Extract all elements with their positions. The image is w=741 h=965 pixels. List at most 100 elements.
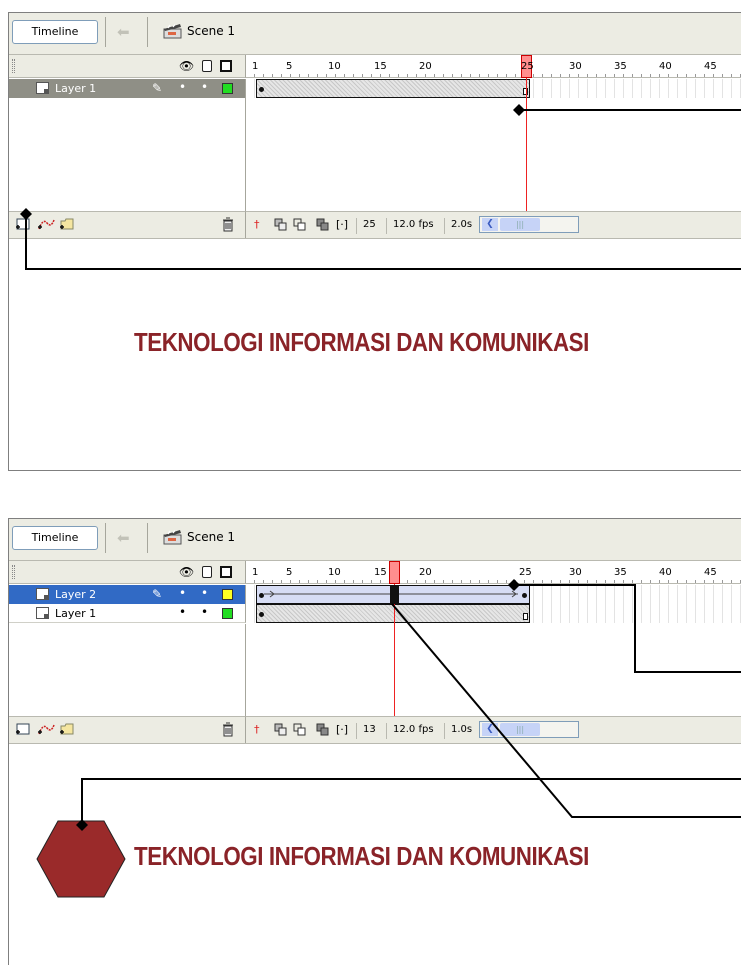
scene-label[interactable]: Scene 1 bbox=[187, 24, 235, 38]
outline-icon[interactable] bbox=[220, 566, 232, 578]
drag-grip-icon[interactable] bbox=[12, 59, 15, 73]
center-frame-icon[interactable]: † bbox=[254, 723, 260, 736]
current-frame: 25 bbox=[356, 218, 376, 234]
ruler-tick: 1 bbox=[252, 61, 259, 72]
end-frame-marker[interactable] bbox=[523, 613, 528, 620]
layer-color-swatch[interactable] bbox=[222, 83, 233, 94]
frame-strip-layer-1[interactable] bbox=[246, 79, 741, 98]
layer-name: Layer 2 bbox=[55, 588, 97, 601]
playhead[interactable] bbox=[389, 561, 400, 584]
visibility-dot[interactable]: • bbox=[179, 586, 186, 600]
drag-grip-icon[interactable] bbox=[12, 565, 15, 579]
back-arrow-icon[interactable]: ⬅ bbox=[117, 23, 130, 41]
visibility-dot[interactable]: • bbox=[179, 80, 186, 94]
outline-icon[interactable] bbox=[220, 60, 232, 72]
modify-onion-markers-icon[interactable]: [·] bbox=[336, 218, 348, 231]
onion-skin-icon[interactable] bbox=[274, 218, 288, 231]
onion-skin-outlines-icon[interactable] bbox=[293, 218, 307, 231]
lock-dot[interactable]: • bbox=[201, 586, 208, 600]
insert-layer-icon[interactable] bbox=[15, 722, 31, 736]
toolbar-separator bbox=[147, 17, 148, 47]
eye-icon[interactable]: 👁 bbox=[179, 59, 194, 73]
layer-row-layer-1[interactable]: Layer 1 ✎ • • bbox=[9, 79, 246, 98]
frame-strip-layer-1[interactable] bbox=[246, 604, 741, 623]
horizontal-scrollbar[interactable]: ❮ ||| bbox=[479, 216, 579, 233]
insert-folder-icon[interactable] bbox=[59, 722, 75, 736]
playhead[interactable]: 25 bbox=[521, 55, 534, 78]
toolbar-separator bbox=[147, 523, 148, 553]
trash-icon[interactable] bbox=[221, 217, 235, 232]
layer-color-swatch[interactable] bbox=[222, 589, 233, 600]
center-frame-icon[interactable]: † bbox=[254, 218, 260, 231]
ruler-tick: 30 bbox=[569, 567, 582, 578]
layer-icon bbox=[36, 82, 49, 94]
insert-layer-icon[interactable] bbox=[15, 217, 31, 231]
elapsed-time: 2.0s bbox=[444, 218, 472, 234]
clapperboard-icon bbox=[163, 24, 182, 39]
onion-skin-outlines-icon[interactable] bbox=[293, 723, 307, 736]
layer-header: 👁 bbox=[9, 55, 246, 78]
ruler-tick: 40 bbox=[659, 61, 672, 72]
frame-footer: † [·] 13 12.0 fps 1.0s ❮ ||| bbox=[246, 716, 741, 743]
ruler-tick: 10 bbox=[328, 61, 341, 72]
stage-text[interactable]: TEKNOLOGI INFORMASI DAN KOMUNIKASI bbox=[134, 841, 589, 872]
insert-folder-icon[interactable] bbox=[59, 217, 75, 231]
layer-color-swatch[interactable] bbox=[222, 608, 233, 619]
timeline-button[interactable]: Timeline bbox=[12, 20, 98, 44]
scroll-left-icon[interactable]: ❮ bbox=[482, 218, 498, 231]
frame-rate: 12.0 fps bbox=[386, 723, 434, 739]
lock-dot[interactable]: • bbox=[201, 605, 208, 619]
keyframe-marker[interactable] bbox=[259, 87, 264, 92]
keyframe-marker[interactable] bbox=[259, 593, 264, 598]
keyframe-marker[interactable] bbox=[259, 612, 264, 617]
selected-frame[interactable] bbox=[390, 585, 399, 604]
keyframe-marker[interactable] bbox=[522, 593, 527, 598]
ruler-tick: 30 bbox=[569, 61, 582, 72]
ruler-tick: 10 bbox=[328, 567, 341, 578]
frame-strip-layer-2[interactable] bbox=[246, 585, 741, 604]
stage[interactable]: TEKNOLOGI INFORMASI DAN KOMUNIKASI bbox=[9, 743, 741, 965]
horizontal-scrollbar[interactable]: ❮ ||| bbox=[479, 721, 579, 738]
eye-icon[interactable]: 👁 bbox=[179, 565, 194, 579]
lock-dot[interactable]: • bbox=[201, 80, 208, 94]
ruler-tick: 45 bbox=[704, 61, 717, 72]
ruler-tick: 20 bbox=[419, 567, 432, 578]
scene-label[interactable]: Scene 1 bbox=[187, 530, 235, 544]
frames-span[interactable] bbox=[256, 604, 530, 623]
stage[interactable]: TEKNOLOGI INFORMASI DAN KOMUNIKASI bbox=[9, 238, 741, 470]
hexagon-shape[interactable] bbox=[36, 820, 126, 898]
edit-multiple-frames-icon[interactable] bbox=[316, 723, 330, 736]
layers-empty-area bbox=[9, 98, 246, 211]
timeline-button[interactable]: Timeline bbox=[12, 526, 98, 550]
back-arrow-icon[interactable]: ⬅ bbox=[117, 529, 130, 547]
visibility-dot[interactable]: • bbox=[179, 605, 186, 619]
modify-onion-markers-icon[interactable]: [·] bbox=[336, 723, 348, 736]
add-motion-guide-icon[interactable] bbox=[37, 217, 55, 231]
ruler-tick: 45 bbox=[704, 567, 717, 578]
frames-span[interactable] bbox=[256, 79, 530, 98]
scroll-thumb[interactable]: ||| bbox=[500, 218, 540, 231]
onion-skin-icon[interactable] bbox=[274, 723, 288, 736]
scroll-thumb[interactable]: ||| bbox=[500, 723, 540, 736]
layer-row-layer-1[interactable]: Layer 1 • • bbox=[9, 604, 246, 623]
scroll-left-icon[interactable]: ❮ bbox=[482, 723, 498, 736]
layer-footer bbox=[9, 211, 246, 238]
ruler-tick: 5 bbox=[286, 567, 293, 578]
layer-row-layer-2[interactable]: Layer 2 ✎ • • bbox=[9, 585, 246, 604]
edit-multiple-frames-icon[interactable] bbox=[316, 218, 330, 231]
lock-icon[interactable] bbox=[202, 566, 212, 578]
lock-icon[interactable] bbox=[202, 60, 212, 72]
pencil-icon: ✎ bbox=[152, 81, 163, 95]
add-motion-guide-icon[interactable] bbox=[37, 722, 55, 736]
ruler-tick: 20 bbox=[419, 61, 432, 72]
layer-footer bbox=[9, 716, 246, 743]
layer-icon bbox=[36, 607, 49, 619]
layers-empty-area bbox=[9, 624, 246, 716]
stage-text[interactable]: TEKNOLOGI INFORMASI DAN KOMUNIKASI bbox=[134, 327, 589, 358]
frame-ruler[interactable]: 1 5 10 15 20 25 30 35 40 45 bbox=[246, 561, 741, 584]
frame-footer: † [·] 25 12.0 fps 2.0s ❮ ||| bbox=[246, 211, 741, 238]
ruler-tick: 40 bbox=[659, 567, 672, 578]
trash-icon[interactable] bbox=[221, 722, 235, 737]
elapsed-time: 1.0s bbox=[444, 723, 472, 739]
frame-ruler[interactable]: 1 5 10 15 20 30 35 40 45 bbox=[246, 55, 741, 78]
